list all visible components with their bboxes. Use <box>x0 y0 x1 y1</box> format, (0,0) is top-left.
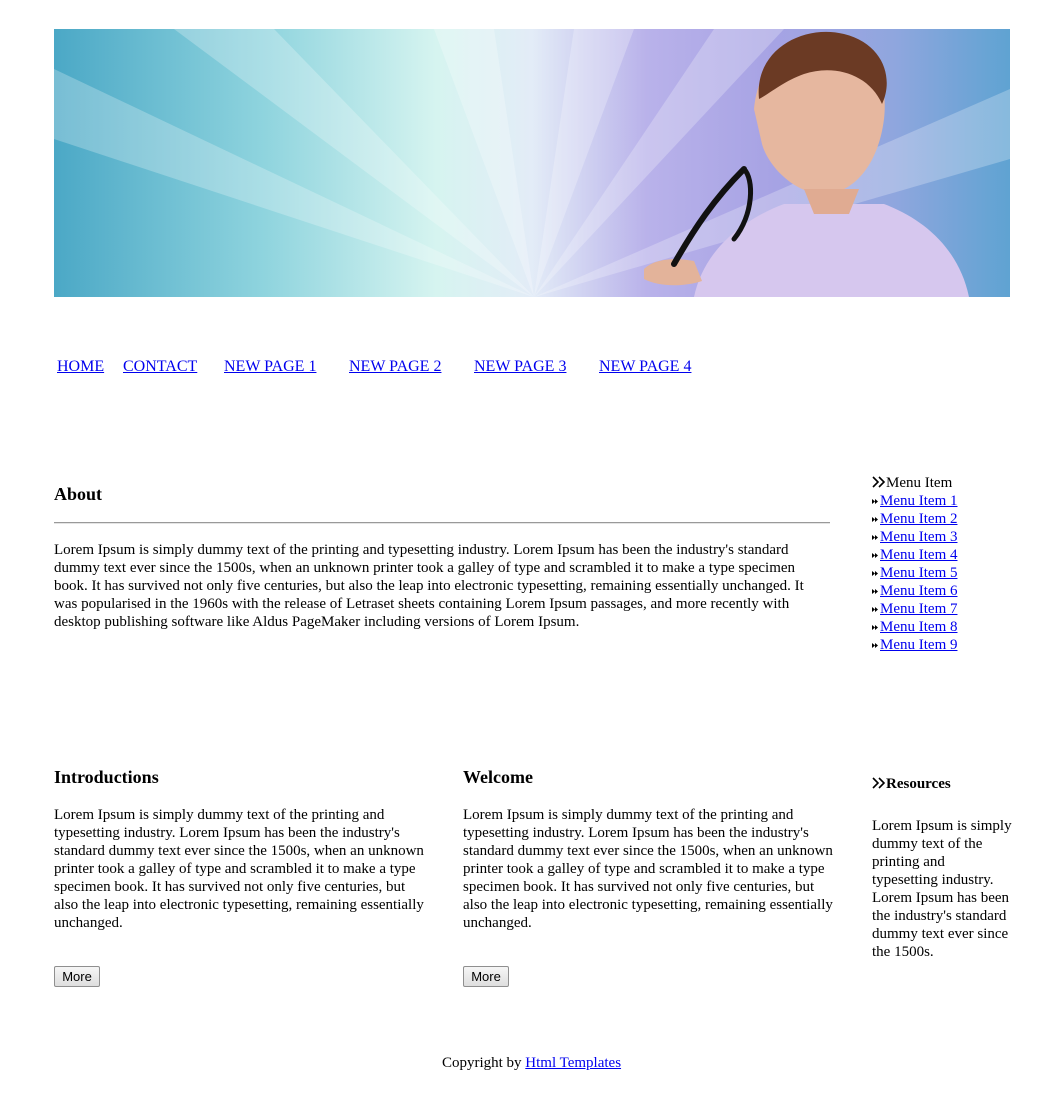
welcome-text: Lorem Ipsum is simply dummy text of the … <box>463 807 833 931</box>
footer-templates-link[interactable]: Html Templates <box>525 1055 621 1071</box>
introductions-heading: Introductions <box>54 767 159 787</box>
sidebar-menu-item-8: Menu Item 8 <box>872 618 957 636</box>
sidebar-menu-item-2: Menu Item 2 <box>872 510 957 528</box>
menu-title-label: Menu Item <box>886 475 953 491</box>
double-chevron-right-icon <box>872 777 886 789</box>
small-double-arrow-icon <box>872 517 878 522</box>
resources-text: Lorem Ipsum is simply dummy text of the … <box>872 818 1012 960</box>
banner-illustration <box>54 29 1010 297</box>
small-double-arrow-icon <box>872 589 878 594</box>
nav-home[interactable]: HOME <box>57 358 104 376</box>
nav-new-page-2[interactable]: NEW PAGE 2 <box>349 358 441 376</box>
menu-item-2-link[interactable]: Menu Item 2 <box>880 511 957 527</box>
small-double-arrow-icon <box>872 607 878 612</box>
menu-item-8-link[interactable]: Menu Item 8 <box>880 619 957 635</box>
menu-item-3-link[interactable]: Menu Item 3 <box>880 529 957 545</box>
menu-item-1-link[interactable]: Menu Item 1 <box>880 493 957 509</box>
sidebar-menu-item-4: Menu Item 4 <box>872 546 957 564</box>
welcome-more-button[interactable]: More <box>463 966 509 987</box>
resources-title-label: Resources <box>886 776 951 792</box>
introductions-text: Lorem Ipsum is simply dummy text of the … <box>54 807 424 931</box>
menu-title: Menu Item <box>872 474 957 492</box>
resources-heading: Resources <box>872 776 951 793</box>
small-double-arrow-icon <box>872 625 878 630</box>
sidebar-menu-item-9: Menu Item 9 <box>872 636 957 654</box>
about-text: Lorem Ipsum is simply dummy text of the … <box>54 542 804 630</box>
nav-new-page-4[interactable]: NEW PAGE 4 <box>599 358 691 376</box>
sidebar-menu-item-7: Menu Item 7 <box>872 600 957 618</box>
small-double-arrow-icon <box>872 553 878 558</box>
sidebar-menu-item-3: Menu Item 3 <box>872 528 957 546</box>
double-chevron-right-icon <box>872 476 886 488</box>
nav-new-page-1[interactable]: NEW PAGE 1 <box>224 358 316 376</box>
menu-item-5-link[interactable]: Menu Item 5 <box>880 565 957 581</box>
menu-item-9-link[interactable]: Menu Item 9 <box>880 637 957 653</box>
about-divider <box>54 522 830 524</box>
sidebar-menu-item-6: Menu Item 6 <box>872 582 957 600</box>
menu-item-6-link[interactable]: Menu Item 6 <box>880 583 957 599</box>
footer: Copyright by Html Templates <box>0 1055 1055 1072</box>
header-banner-image <box>54 29 1010 297</box>
nav-contact[interactable]: CONTACT <box>123 358 197 376</box>
small-double-arrow-icon <box>872 535 878 540</box>
menu-item-7-link[interactable]: Menu Item 7 <box>880 601 957 617</box>
sidebar-menu-item-1: Menu Item 1 <box>872 492 957 510</box>
small-double-arrow-icon <box>872 571 878 576</box>
small-double-arrow-icon <box>872 643 878 648</box>
menu-item-4-link[interactable]: Menu Item 4 <box>880 547 957 563</box>
sidebar-menu-item-5: Menu Item 5 <box>872 564 957 582</box>
about-heading: About <box>54 484 103 504</box>
footer-copyright-text: Copyright by <box>441 1055 526 1071</box>
sidebar-menu: Menu Item Menu Item 1 Menu Item 2 Menu I… <box>872 474 957 654</box>
small-double-arrow-icon <box>872 499 878 504</box>
welcome-heading: Welcome <box>463 767 533 787</box>
introductions-more-button[interactable]: More <box>54 966 100 987</box>
nav-new-page-3[interactable]: NEW PAGE 3 <box>474 358 566 376</box>
